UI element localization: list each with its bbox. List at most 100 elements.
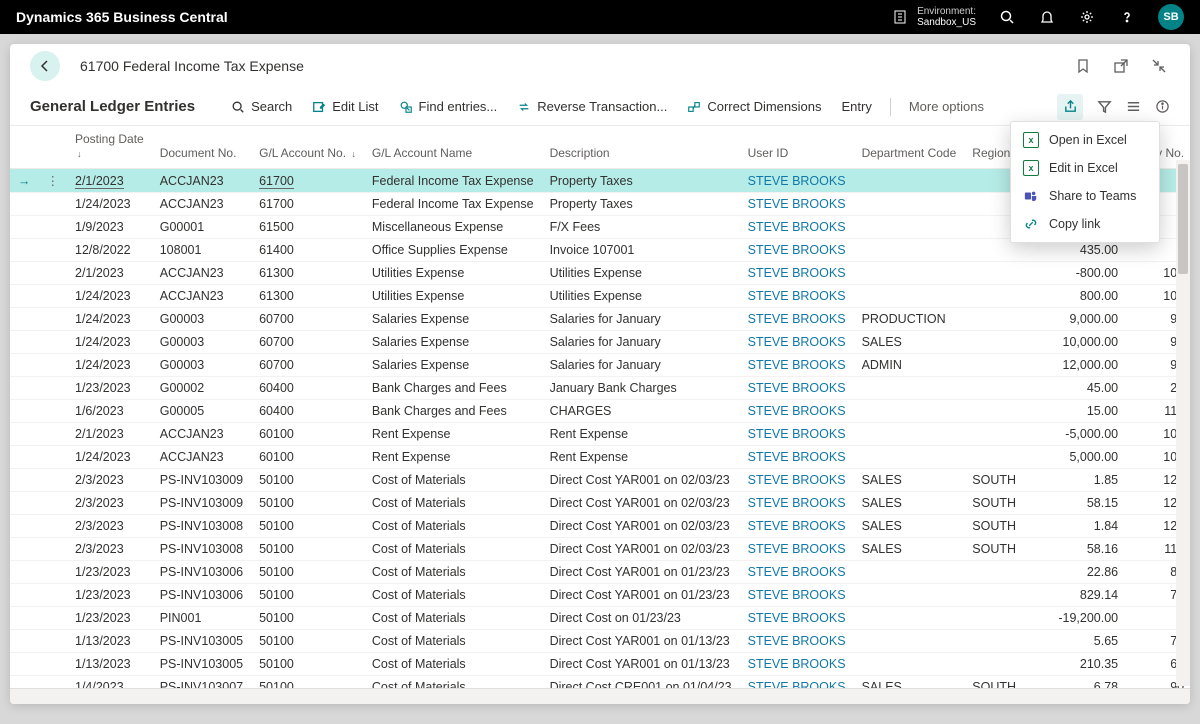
table-row[interactable]: 1/24/2023G0000360700Salaries ExpenseSala… <box>10 354 1190 377</box>
cell-region <box>964 400 1050 423</box>
col-user-id[interactable]: User ID <box>740 126 854 169</box>
cell-gl: 50100 <box>251 469 364 492</box>
cell-desc: Direct Cost YAR001 on 02/03/23 <box>542 492 740 515</box>
cell-doc: G00003 <box>152 331 251 354</box>
row-indicator <box>10 538 39 561</box>
cell-amount: 15.00 <box>1050 400 1126 423</box>
search-button[interactable]: Search <box>221 88 302 125</box>
share-to-teams[interactable]: Share to Teams <box>1011 182 1159 210</box>
col-gl-account-name[interactable]: G/L Account Name <box>364 126 542 169</box>
info-icon[interactable] <box>1155 99 1170 114</box>
table-row[interactable]: 1/4/2023PS-INV10300750100Cost of Materia… <box>10 676 1190 689</box>
cell-date: 1/9/2023 <box>67 216 152 239</box>
row-menu-icon <box>39 285 68 308</box>
table-row[interactable]: 1/24/2023G0000360700Salaries ExpenseSala… <box>10 331 1190 354</box>
row-menu-icon <box>39 400 68 423</box>
row-indicator <box>10 446 39 469</box>
cell-amount: 58.15 <box>1050 492 1126 515</box>
cell-dept <box>854 262 965 285</box>
back-button[interactable] <box>30 51 60 81</box>
table-row[interactable]: 1/23/2023PS-INV10300650100Cost of Materi… <box>10 584 1190 607</box>
cell-region <box>964 584 1050 607</box>
help-icon[interactable] <box>1118 8 1136 26</box>
cell-amount: 58.16 <box>1050 538 1126 561</box>
search-icon[interactable] <box>998 8 1016 26</box>
environment-indicator[interactable]: Environment: Sandbox_US <box>891 6 976 28</box>
col-gl-account-no[interactable]: G/L Account No. ↓ <box>251 126 364 169</box>
row-indicator <box>10 584 39 607</box>
separator <box>890 98 891 116</box>
excel-icon: x <box>1023 160 1039 176</box>
cell-gl: 50100 <box>251 515 364 538</box>
cell-user: STEVE BROOKS <box>740 584 854 607</box>
cell-desc: Salaries for January <box>542 354 740 377</box>
col-description[interactable]: Description <box>542 126 740 169</box>
cell-amount: 800.00 <box>1050 285 1126 308</box>
row-menu-icon <box>39 630 68 653</box>
cell-dept <box>854 630 965 653</box>
edit-list-button[interactable]: Edit List <box>302 88 388 125</box>
cell-doc: ACCJAN23 <box>152 446 251 469</box>
row-indicator <box>10 308 39 331</box>
table-row[interactable]: 1/23/2023PIN00150100Cost of MaterialsDir… <box>10 607 1190 630</box>
table-row[interactable]: 1/13/2023PS-INV10300550100Cost of Materi… <box>10 653 1190 676</box>
table-row[interactable]: 1/24/2023ACCJAN2361300Utilities ExpenseU… <box>10 285 1190 308</box>
list-view-icon[interactable] <box>1126 99 1141 114</box>
cell-desc: Direct Cost YAR001 on 01/23/23 <box>542 584 740 607</box>
col-document-no[interactable]: Document No. <box>152 126 251 169</box>
cell-gl: 61500 <box>251 216 364 239</box>
table-row[interactable]: 2/3/2023PS-INV10300850100Cost of Materia… <box>10 538 1190 561</box>
table-row[interactable]: 2/3/2023PS-INV10300950100Cost of Materia… <box>10 469 1190 492</box>
table-row[interactable]: 1/24/2023G0000360700Salaries ExpenseSala… <box>10 308 1190 331</box>
cell-region <box>964 262 1050 285</box>
share-button[interactable] <box>1057 94 1083 120</box>
copy-link[interactable]: Copy link <box>1011 210 1159 238</box>
table-row[interactable]: 1/13/2023PS-INV10300550100Cost of Materi… <box>10 630 1190 653</box>
gear-icon[interactable] <box>1078 8 1096 26</box>
table-row[interactable]: 2/1/2023ACCJAN2361300Utilities ExpenseUt… <box>10 262 1190 285</box>
table-row[interactable]: 1/23/2023G0000260400Bank Charges and Fee… <box>10 377 1190 400</box>
cell-user: STEVE BROOKS <box>740 423 854 446</box>
cell-desc: Invoice 107001 <box>542 239 740 262</box>
cell-amount: -800.00 <box>1050 262 1126 285</box>
cell-region <box>964 377 1050 400</box>
col-posting-date[interactable]: Posting Date↓ <box>67 126 152 169</box>
cell-name: Cost of Materials <box>364 515 542 538</box>
row-indicator <box>10 285 39 308</box>
cell-user: STEVE BROOKS <box>740 239 854 262</box>
cell-name: Bank Charges and Fees <box>364 400 542 423</box>
popout-icon[interactable] <box>1112 57 1130 75</box>
cell-region <box>964 607 1050 630</box>
table-row[interactable]: 1/24/2023ACCJAN2360100Rent ExpenseRent E… <box>10 446 1190 469</box>
row-menu-icon <box>39 584 68 607</box>
cell-gl: 60700 <box>251 308 364 331</box>
bell-icon[interactable] <box>1038 8 1056 26</box>
filter-icon[interactable] <box>1097 99 1112 114</box>
col-department[interactable]: Department Code <box>854 126 965 169</box>
share-menu: x Open in Excel x Edit in Excel Share to… <box>1010 121 1160 243</box>
cell-doc: 108001 <box>152 239 251 262</box>
vertical-scrollbar[interactable] <box>1176 160 1190 686</box>
bookmark-icon[interactable] <box>1074 57 1092 75</box>
edit-in-excel[interactable]: x Edit in Excel <box>1011 154 1159 182</box>
entry-menu-button[interactable]: Entry <box>832 88 882 125</box>
avatar[interactable]: SB <box>1158 4 1184 30</box>
more-options-button[interactable]: More options <box>899 88 994 125</box>
find-entries-button[interactable]: Find entries... <box>389 88 508 125</box>
cell-user: STEVE BROOKS <box>740 308 854 331</box>
table-row[interactable]: 2/3/2023PS-INV10300850100Cost of Materia… <box>10 515 1190 538</box>
collapse-icon[interactable] <box>1150 57 1168 75</box>
cell-date: 2/1/2023 <box>67 262 152 285</box>
table-row[interactable]: 2/3/2023PS-INV10300950100Cost of Materia… <box>10 492 1190 515</box>
cell-date: 1/23/2023 <box>67 584 152 607</box>
cell-doc: PS-INV103009 <box>152 469 251 492</box>
table-row[interactable]: 1/6/2023G0000560400Bank Charges and Fees… <box>10 400 1190 423</box>
table-row[interactable]: 2/1/2023ACCJAN2360100Rent ExpenseRent Ex… <box>10 423 1190 446</box>
correct-dimensions-button[interactable]: Correct Dimensions <box>677 88 831 125</box>
cell-desc: Property Taxes <box>542 193 740 216</box>
cell-gl: 50100 <box>251 538 364 561</box>
open-in-excel[interactable]: x Open in Excel <box>1011 126 1159 154</box>
table-row[interactable]: 1/23/2023PS-INV10300650100Cost of Materi… <box>10 561 1190 584</box>
reverse-button[interactable]: Reverse Transaction... <box>507 88 677 125</box>
horizontal-scrollbar[interactable] <box>10 688 1190 704</box>
